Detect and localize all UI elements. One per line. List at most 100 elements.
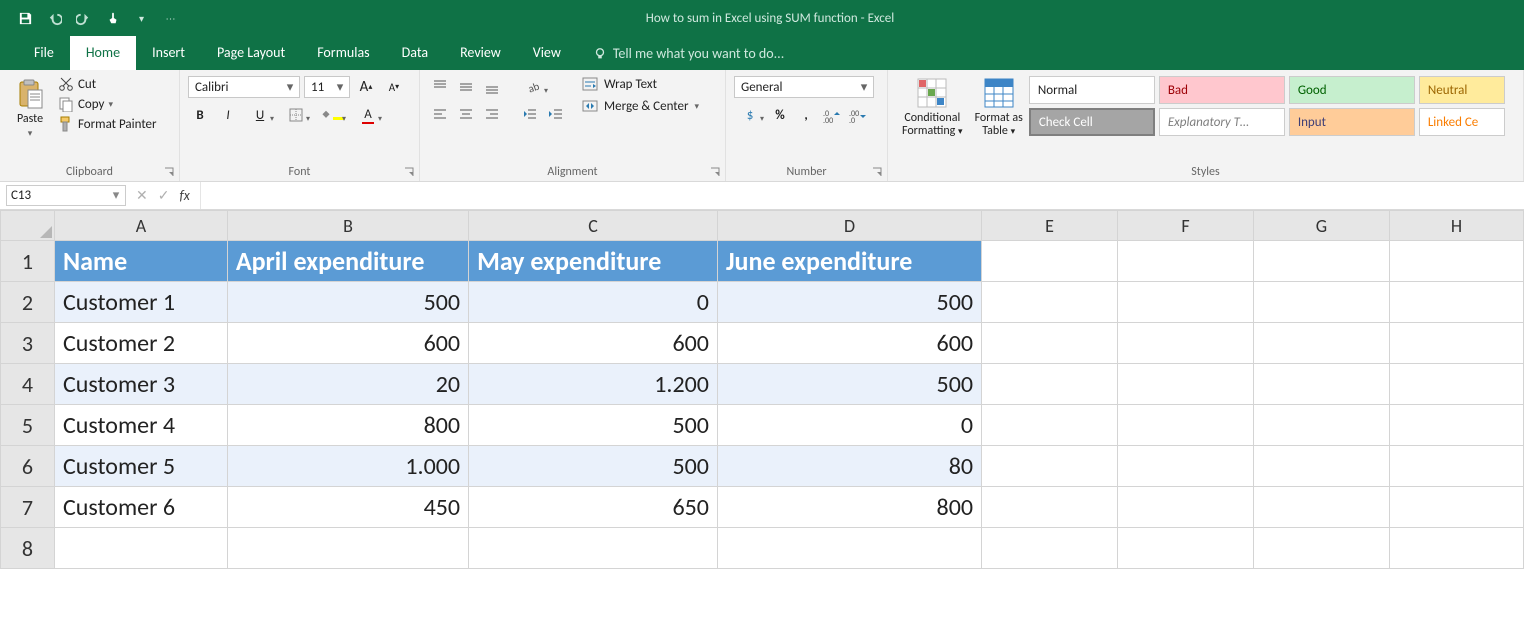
bold-button[interactable]: B xyxy=(188,104,212,126)
row-header-2[interactable]: 2 xyxy=(1,282,55,323)
fx-icon[interactable]: fx xyxy=(179,187,189,204)
italic-button[interactable]: I xyxy=(216,104,240,126)
cell-F1[interactable] xyxy=(1118,241,1254,282)
name-box[interactable]: C13 ▾ xyxy=(6,185,126,206)
cell-G1[interactable] xyxy=(1253,241,1389,282)
increase-font-button[interactable]: A▴ xyxy=(354,76,378,98)
cell-C2[interactable]: 0 xyxy=(469,282,718,323)
cell-A3[interactable]: Customer 2 xyxy=(54,323,227,364)
tab-formulas[interactable]: Formulas xyxy=(301,36,385,70)
tab-file[interactable]: File xyxy=(18,36,70,70)
cell-C8[interactable] xyxy=(469,528,718,569)
style-check-cell[interactable]: Check Cell xyxy=(1029,108,1155,136)
align-left-button[interactable] xyxy=(428,104,452,126)
row-header-7[interactable]: 7 xyxy=(1,487,55,528)
font-color-button[interactable]: A ▾ xyxy=(352,104,384,126)
qat-customize-icon[interactable]: ▾ xyxy=(134,11,149,26)
row-header-1[interactable]: 1 xyxy=(1,241,55,282)
cell-E3[interactable] xyxy=(982,323,1118,364)
cell-C7[interactable]: 650 xyxy=(469,487,718,528)
cell-E7[interactable] xyxy=(982,487,1118,528)
cell-G3[interactable] xyxy=(1253,323,1389,364)
worksheet[interactable]: A B C D E F G H 1 Name April expenditure… xyxy=(0,210,1524,569)
cell-B7[interactable]: 450 xyxy=(227,487,468,528)
cell-H2[interactable] xyxy=(1389,282,1523,323)
cell-B1[interactable]: April expenditure xyxy=(227,241,468,282)
tab-view[interactable]: View xyxy=(517,36,577,70)
cell-G6[interactable] xyxy=(1253,446,1389,487)
cell-H8[interactable] xyxy=(1389,528,1523,569)
cell-A7[interactable]: Customer 6 xyxy=(54,487,227,528)
cell-G5[interactable] xyxy=(1253,405,1389,446)
tab-review[interactable]: Review xyxy=(444,36,517,70)
cell-E1[interactable] xyxy=(982,241,1118,282)
style-explanatory[interactable]: Explanatory T… xyxy=(1159,108,1285,136)
cell-F5[interactable] xyxy=(1118,405,1254,446)
cancel-icon[interactable]: ✕ xyxy=(136,187,148,204)
cell-F6[interactable] xyxy=(1118,446,1254,487)
cell-D5[interactable]: 0 xyxy=(717,405,981,446)
cell-C1[interactable]: May expenditure xyxy=(469,241,718,282)
col-header-H[interactable]: H xyxy=(1389,211,1523,241)
align-middle-button[interactable] xyxy=(454,76,478,98)
cell-C6[interactable]: 500 xyxy=(469,446,718,487)
redo-icon[interactable] xyxy=(76,11,91,26)
tab-page-layout[interactable]: Page Layout xyxy=(201,36,301,70)
col-header-F[interactable]: F xyxy=(1118,211,1254,241)
cell-H6[interactable] xyxy=(1389,446,1523,487)
cell-D3[interactable]: 600 xyxy=(717,323,981,364)
decrease-indent-button[interactable] xyxy=(518,104,542,126)
increase-decimal-button[interactable]: .0.00 xyxy=(820,104,844,126)
undo-icon[interactable] xyxy=(47,11,62,26)
cell-B5[interactable]: 800 xyxy=(227,405,468,446)
align-center-button[interactable] xyxy=(454,104,478,126)
align-top-button[interactable] xyxy=(428,76,452,98)
cell-B6[interactable]: 1.000 xyxy=(227,446,468,487)
cell-H4[interactable] xyxy=(1389,364,1523,405)
cell-D8[interactable] xyxy=(717,528,981,569)
copy-button[interactable]: Copy ▾ xyxy=(58,96,157,112)
cell-A6[interactable]: Customer 5 xyxy=(54,446,227,487)
row-header-8[interactable]: 8 xyxy=(1,528,55,569)
align-bottom-button[interactable] xyxy=(480,76,504,98)
cell-C5[interactable]: 500 xyxy=(469,405,718,446)
cell-B2[interactable]: 500 xyxy=(227,282,468,323)
cell-B3[interactable]: 600 xyxy=(227,323,468,364)
cell-E8[interactable] xyxy=(982,528,1118,569)
font-name-combo[interactable]: Calibri▾ xyxy=(188,76,300,98)
percent-button[interactable]: % xyxy=(768,104,792,126)
dialog-launcher-icon[interactable] xyxy=(871,166,883,178)
row-header-3[interactable]: 3 xyxy=(1,323,55,364)
cell-A4[interactable]: Customer 3 xyxy=(54,364,227,405)
col-header-B[interactable]: B xyxy=(227,211,468,241)
style-input[interactable]: Input xyxy=(1289,108,1415,136)
cell-B4[interactable]: 20 xyxy=(227,364,468,405)
cell-B8[interactable] xyxy=(227,528,468,569)
cell-E4[interactable] xyxy=(982,364,1118,405)
touch-mode-icon[interactable] xyxy=(105,11,120,26)
tab-home[interactable]: Home xyxy=(70,36,136,70)
dialog-launcher-icon[interactable] xyxy=(403,166,415,178)
cell-F7[interactable] xyxy=(1118,487,1254,528)
cell-H1[interactable] xyxy=(1389,241,1523,282)
cell-G7[interactable] xyxy=(1253,487,1389,528)
cell-C4[interactable]: 1.200 xyxy=(469,364,718,405)
number-format-combo[interactable]: General▾ xyxy=(734,76,874,98)
underline-button[interactable]: U▾ xyxy=(244,104,276,126)
col-header-C[interactable]: C xyxy=(469,211,718,241)
row-header-4[interactable]: 4 xyxy=(1,364,55,405)
style-linked-cell[interactable]: Linked Ce xyxy=(1419,108,1505,136)
cell-A5[interactable]: Customer 4 xyxy=(54,405,227,446)
accounting-format-button[interactable]: $▾ xyxy=(734,104,766,126)
dialog-launcher-icon[interactable] xyxy=(709,166,721,178)
select-all-corner[interactable] xyxy=(1,211,55,241)
cell-D4[interactable]: 500 xyxy=(717,364,981,405)
col-header-G[interactable]: G xyxy=(1253,211,1389,241)
decrease-decimal-button[interactable]: .00.0 xyxy=(846,104,870,126)
comma-button[interactable]: , xyxy=(794,104,818,126)
dialog-launcher-icon[interactable] xyxy=(163,166,175,178)
cell-E2[interactable] xyxy=(982,282,1118,323)
style-good[interactable]: Good xyxy=(1289,76,1415,104)
cell-styles-gallery[interactable]: Normal Bad Good Neutral Check Cell Expla… xyxy=(1029,74,1505,136)
cell-A1[interactable]: Name xyxy=(54,241,227,282)
